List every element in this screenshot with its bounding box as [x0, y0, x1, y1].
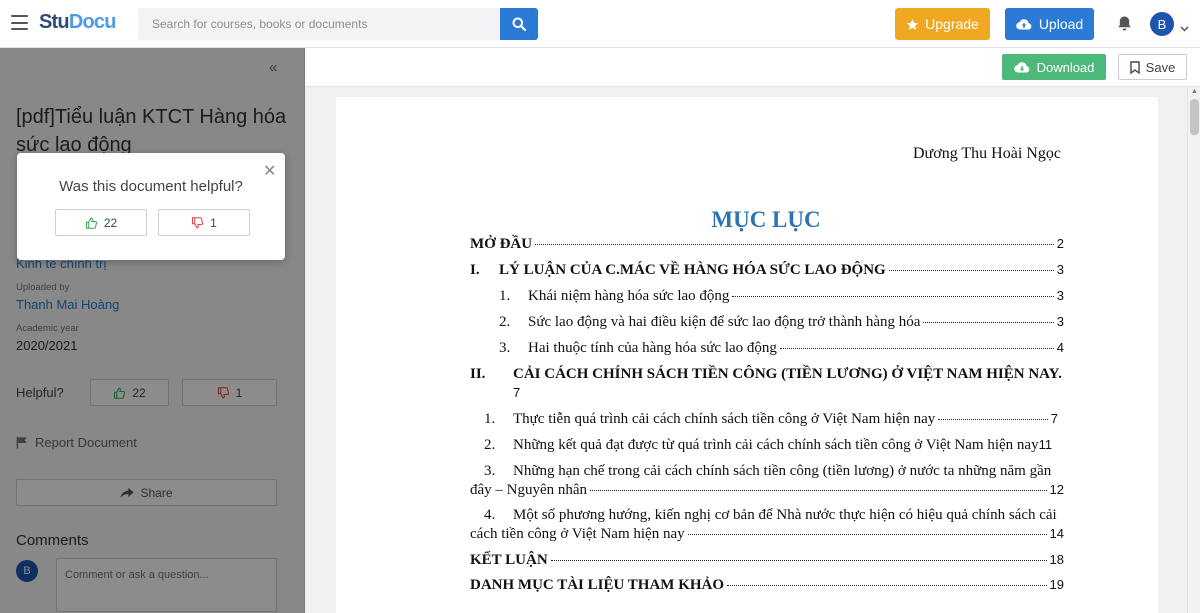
toc-entry[interactable]: MỞ ĐẦU 2: [470, 236, 1064, 253]
popup-question: Was this document helpful?: [59, 178, 243, 195]
menu-icon[interactable]: [11, 15, 28, 30]
bookmark-icon: [1129, 60, 1140, 74]
document-page: Dương Thu Hoài Ngọc MỤC LỤC MỞ ĐẦU 2 I. LÝ…: [336, 97, 1158, 613]
toc-entry[interactable]: 1. Khái niệm hàng hóa sức lao động 3: [499, 288, 1064, 305]
toc-entry[interactable]: 4. Một số phương hướng, kiến nghị cơ bản …: [484, 507, 1058, 524]
document-scrollbar[interactable]: ▲: [1187, 87, 1200, 613]
upload-label: Upload: [1038, 16, 1084, 32]
upgrade-label: Upgrade: [925, 16, 979, 32]
thumbs-up-icon: [85, 217, 97, 229]
cloud-download-icon: [1013, 61, 1029, 73]
chevron-down-icon[interactable]: [1180, 19, 1189, 37]
popup-yes-button[interactable]: 22: [55, 209, 147, 236]
save-button[interactable]: Save: [1118, 54, 1187, 80]
helpful-feedback-popup: ✕ Was this document helpful? 22 1: [17, 153, 285, 260]
star-icon: [906, 18, 919, 30]
toc-entry-page: 7: [513, 385, 521, 400]
modal-overlay[interactable]: [0, 48, 305, 613]
top-header: StuDocu Upgrade Upload B: [0, 0, 1200, 48]
document-author: Dương Thu Hoài Ngọc: [913, 145, 1061, 162]
toc-entry[interactable]: 1. Thực tiễn quá trình cải cách chính sác…: [484, 411, 1058, 428]
toc-entry[interactable]: 3. Những hạn chế trong cải cách chính sác…: [484, 463, 1058, 480]
toc-entry[interactable]: II. CẢI CÁCH CHÍNH SÁCH TIỀN CÔNG (TIỀN L…: [470, 366, 1064, 383]
toc-entry[interactable]: 2. Sức lao động và hai điều kiện để sức l…: [499, 314, 1064, 331]
thumbs-down-icon: [192, 216, 204, 228]
toc-entry[interactable]: DANH MỤC TÀI LIỆU THAM KHẢO 19: [470, 577, 1064, 594]
bell-icon[interactable]: [1117, 15, 1132, 37]
toc-entry-continued[interactable]: cách tiền công ở Việt Nam hiện nay 14: [470, 526, 1064, 543]
logo[interactable]: StuDocu: [39, 11, 116, 34]
toc-entry[interactable]: KẾT LUẬN 18: [470, 552, 1064, 569]
toc-entry[interactable]: I. LÝ LUẬN CỦA C.MÁC VỀ HÀNG HÓA SỨC LAO …: [470, 262, 1064, 279]
cloud-upload-icon: [1016, 18, 1032, 30]
toc-entry-continued[interactable]: đây – Nguyên nhân 12: [470, 482, 1064, 499]
search-icon: [512, 17, 526, 31]
popup-yes-count: 22: [103, 215, 118, 230]
toc-entry[interactable]: 2. Những kết quả đạt được từ quá trình cả…: [484, 437, 1058, 454]
popup-no-count: 1: [210, 215, 217, 230]
document-toolbar: Download Save: [305, 48, 1200, 87]
download-button[interactable]: Download: [1002, 54, 1106, 80]
upgrade-button[interactable]: Upgrade: [895, 8, 990, 40]
popup-no-button[interactable]: 1: [158, 209, 250, 236]
scroll-up-icon[interactable]: ▲: [1191, 88, 1198, 95]
toc-entry[interactable]: 3. Hai thuộc tính của hàng hóa sức lao độ…: [499, 340, 1064, 357]
toc-title: MỤC LỤC: [711, 207, 821, 232]
search-button[interactable]: [500, 8, 538, 40]
scroll-thumb[interactable]: [1190, 99, 1199, 135]
upload-button[interactable]: Upload: [1005, 8, 1094, 40]
download-label: Download: [1036, 59, 1095, 75]
save-label: Save: [1145, 59, 1176, 75]
search-input[interactable]: [138, 8, 500, 40]
avatar[interactable]: B: [1150, 12, 1174, 36]
